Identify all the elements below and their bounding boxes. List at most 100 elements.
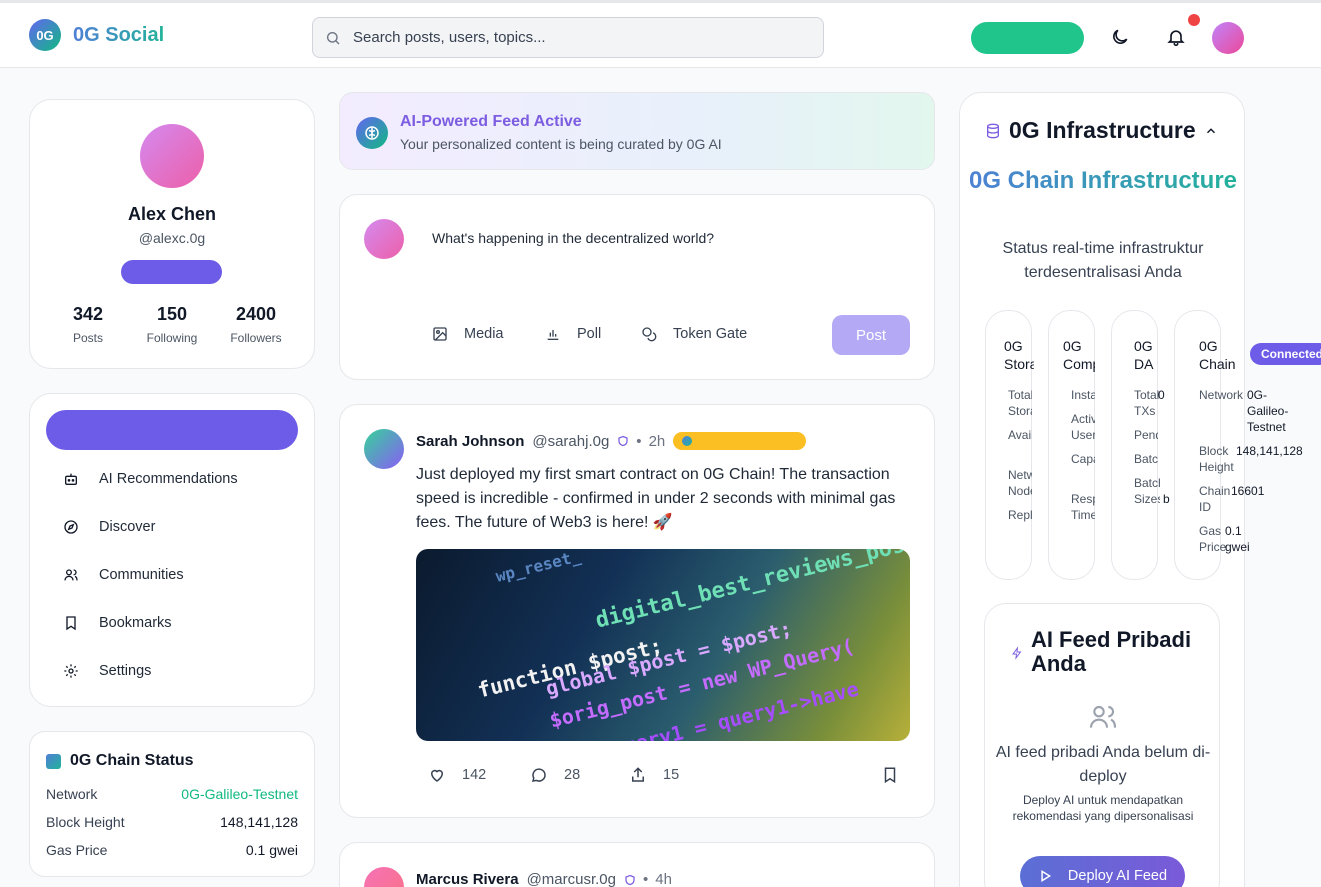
stat-value: 150 xyxy=(156,304,188,324)
poll-button[interactable]: Poll xyxy=(545,326,601,342)
search-icon xyxy=(327,32,340,45)
da-column: 0G DA Total TXs 0 Pending Batches Batch … xyxy=(1111,310,1170,580)
post-header: Marcus Rivera @marcusr.0g • 4h xyxy=(416,871,672,887)
stat-followers[interactable]: 2400 Followers xyxy=(216,304,296,345)
column-title: 0G Chain xyxy=(1199,338,1236,372)
nav-item-communities[interactable]: Communities xyxy=(54,557,294,593)
profile-avatar[interactable] xyxy=(140,124,204,188)
composer-input[interactable]: What's happening in the decentralized wo… xyxy=(432,230,714,246)
bookmark-icon[interactable] xyxy=(881,766,899,784)
nav-item-discover[interactable]: Discover xyxy=(54,509,294,545)
status-value: 148,141,128 xyxy=(220,814,298,830)
code-text: wp_reset_ xyxy=(493,549,583,586)
top-bar: 0G 0G Social xyxy=(0,0,1321,68)
column-key: Response Time xyxy=(1071,492,1095,522)
post-author-avatar[interactable] xyxy=(364,429,404,469)
infrastructure-title: 0G Chain Infrastructure xyxy=(960,165,1246,197)
connect-wallet-button[interactable] xyxy=(971,22,1084,54)
ai-feed-message: AI feed pribadi Anda belum di-deploy xyxy=(995,744,1211,785)
profile-handle: @alexc.0g xyxy=(138,230,206,246)
stat-label: Followers xyxy=(230,331,282,345)
post-author-avatar[interactable] xyxy=(364,867,404,887)
chain-column: 0G Chain Network 0G-Galileo-Testnet Bloc… xyxy=(1174,310,1303,580)
stat-following[interactable]: 150 Following xyxy=(132,304,212,345)
status-key: Block Height xyxy=(46,814,125,830)
search-box[interactable] xyxy=(312,17,824,58)
column-key: Total Storage xyxy=(1008,388,1032,418)
like-button[interactable]: 142 xyxy=(428,766,486,784)
chain-status-card: 0G Chain Status Network 0G-Galileo-Testn… xyxy=(29,731,315,877)
column-key: Total TXs xyxy=(1134,388,1160,418)
post-header: Sarah Johnson @sarahj.0g • 2h xyxy=(416,432,807,450)
token-gate-button[interactable]: Token Gate xyxy=(641,326,747,342)
column-title: 0G Storage xyxy=(1004,338,1034,372)
status-key: Network xyxy=(46,786,98,802)
comment-button[interactable]: 28 xyxy=(530,766,580,784)
like-count: 142 xyxy=(462,767,487,783)
infrastructure-header[interactable]: 0G Infrastructure xyxy=(985,117,1226,144)
post-author-name[interactable]: Sarah Johnson xyxy=(416,433,524,450)
post-author-handle[interactable]: @sarahj.0g xyxy=(532,433,609,450)
bot-icon xyxy=(65,473,77,485)
profile-badge[interactable] xyxy=(121,260,222,284)
brain-icon xyxy=(356,117,388,149)
post-time: 2h xyxy=(648,432,666,450)
stat-value: 342 xyxy=(72,304,104,324)
column-key: Network xyxy=(1199,388,1244,402)
column-value: 16601 xyxy=(1231,484,1265,498)
status-value: 0.1 gwei xyxy=(245,842,298,858)
nav-primary-button[interactable] xyxy=(46,410,298,450)
heart-icon xyxy=(430,769,444,782)
column-key: Capacity xyxy=(1071,452,1095,466)
column-key: Batch Sizes xyxy=(1134,476,1160,506)
nav-label: AI Recommendations xyxy=(99,471,238,487)
column-key: Batches xyxy=(1134,452,1158,466)
bell-icon[interactable] xyxy=(1166,27,1186,47)
stat-value: 2400 xyxy=(235,304,277,324)
logo-mark[interactable]: 0G xyxy=(29,19,61,51)
column-key: Pending xyxy=(1134,428,1158,442)
post-body: Just deployed my first smart contract on… xyxy=(416,466,896,531)
deploy-ai-feed-button[interactable]: Deploy AI Feed xyxy=(1020,856,1185,887)
status-row-block-height: Block Height 148,141,128 xyxy=(46,814,298,830)
post-author-handle[interactable]: @marcusr.0g xyxy=(527,871,616,887)
post-author-name[interactable]: Marcus Rivera xyxy=(416,871,519,887)
column-value: 0G-Galileo-Testnet xyxy=(1247,388,1289,434)
play-icon xyxy=(1041,870,1051,882)
column-key: Active Users xyxy=(1071,412,1095,442)
comment-icon xyxy=(531,768,546,782)
nav-label: Settings xyxy=(99,663,152,679)
post-card: Sarah Johnson @sarahj.0g • 2h Just deplo… xyxy=(339,404,935,818)
share-icon xyxy=(632,767,644,782)
chain-status-heading: 0G Chain Status xyxy=(70,752,194,769)
share-button[interactable]: 15 xyxy=(629,766,679,784)
nav-label: Communities xyxy=(99,567,184,583)
user-avatar[interactable] xyxy=(1212,22,1244,54)
status-key: Gas Price xyxy=(46,842,108,858)
shield-icon xyxy=(625,874,635,885)
search-input[interactable] xyxy=(353,18,813,57)
bookmark-icon xyxy=(66,616,76,631)
stat-label: Following xyxy=(146,331,198,345)
ai-feed-title: AI Feed Pribadi Anda xyxy=(1030,627,1192,676)
status-row-network: Network 0G-Galileo-Testnet xyxy=(46,786,298,802)
brand-name[interactable]: 0G Social xyxy=(73,24,164,47)
stat-posts[interactable]: 342 Posts xyxy=(48,304,128,345)
token-badge xyxy=(673,432,807,450)
media-button[interactable]: Media xyxy=(432,326,504,342)
share-count: 15 xyxy=(663,767,680,783)
moon-icon[interactable] xyxy=(1110,27,1130,47)
shield-icon xyxy=(618,435,628,447)
storage-column: 0G Storage Total Storage Available Netwo… xyxy=(985,310,1034,580)
nav-item-bookmarks[interactable]: Bookmarks xyxy=(54,605,294,641)
connected-badge: Connected xyxy=(1250,343,1321,365)
nav-item-ai-recommendations[interactable]: AI Recommendations xyxy=(54,461,294,497)
post-button[interactable]: Post xyxy=(832,315,910,355)
status-row-gas-price: Gas Price 0.1 gwei xyxy=(46,842,298,858)
column-title: 0G Compute xyxy=(1063,338,1095,372)
nav-item-settings[interactable]: Settings xyxy=(54,653,294,689)
ai-feed-card: AI Feed Pribadi Anda AI feed pribadi And… xyxy=(984,603,1220,887)
post-image[interactable]: wp_reset_ digital_best_reviews_posts fun… xyxy=(416,549,910,741)
ai-feed-banner: AI-Powered Feed Active Your personalized… xyxy=(339,92,935,170)
chevron-up-icon[interactable] xyxy=(1204,124,1218,138)
